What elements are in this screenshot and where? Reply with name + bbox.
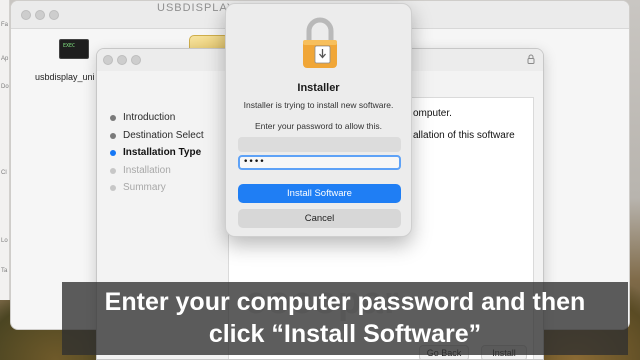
exec-file-icon[interactable]: EXEC	[59, 39, 89, 59]
content-text-line: allation of this software	[413, 130, 515, 141]
sidebar-label-fragment: Ap	[1, 56, 9, 62]
step-dot-icon	[110, 150, 116, 156]
step-installation: Installation	[109, 162, 204, 180]
step-label: Summary	[123, 182, 166, 193]
lock-icon	[527, 54, 535, 64]
minimize-window-button[interactable]	[35, 10, 45, 20]
zoom-window-button[interactable]	[49, 10, 59, 20]
caption-line-1: Enter your computer password and then	[104, 288, 586, 316]
step-label: Installation	[123, 164, 171, 176]
dialog-title: Installer	[297, 82, 340, 94]
zoom-window-button[interactable]	[131, 55, 141, 65]
step-introduction: Introduction	[109, 109, 204, 127]
background-window-edge: Fa Ap Do Cl Lo Ta	[0, 0, 10, 300]
sidebar-label-fragment: Lo	[1, 238, 8, 244]
close-window-button[interactable]	[21, 10, 31, 20]
step-label: Installation Type	[123, 147, 202, 158]
sidebar-label-fragment: Cl	[1, 170, 7, 176]
sidebar-label-fragment: Do	[1, 84, 9, 90]
minimize-window-button[interactable]	[117, 55, 127, 65]
password-dialog: Installer Installer is trying to install…	[225, 3, 412, 237]
password-field[interactable]: ••••	[238, 155, 401, 170]
lock-icon	[303, 17, 337, 68]
step-label: Introduction	[123, 112, 176, 123]
step-destination-select: Destination Select	[109, 127, 204, 145]
caption-line-2: click “Install Software”	[208, 320, 482, 348]
step-dot-icon	[110, 167, 116, 174]
file-icon-text: EXEC	[63, 43, 76, 49]
username-field[interactable]	[238, 137, 401, 152]
install-software-button[interactable]: Install Software	[238, 184, 401, 203]
close-window-button[interactable]	[103, 55, 113, 65]
dialog-prompt: Enter your password to allow this.	[254, 121, 383, 131]
step-label: Destination Select	[123, 129, 204, 141]
step-dot-icon	[110, 132, 116, 139]
step-summary: Summary	[109, 179, 204, 197]
sidebar-label-fragment: Fa	[1, 22, 9, 28]
step-dot-icon	[110, 115, 116, 121]
cancel-button[interactable]: Cancel	[238, 209, 401, 228]
step-dot-icon	[110, 185, 116, 191]
content-text-line: omputer.	[413, 108, 452, 119]
instruction-caption: Enter your computer password and then cl…	[62, 282, 628, 355]
file-label[interactable]: usbdisplay_uni	[35, 72, 95, 82]
installer-steps: Introduction Destination Select Installa…	[109, 109, 204, 197]
step-installation-type: Installation Type	[109, 144, 204, 162]
finder-title: USBDISPLAY	[157, 2, 236, 14]
dialog-message: Installer is trying to install new softw…	[243, 100, 394, 110]
sidebar-label-fragment: Ta	[1, 268, 8, 274]
